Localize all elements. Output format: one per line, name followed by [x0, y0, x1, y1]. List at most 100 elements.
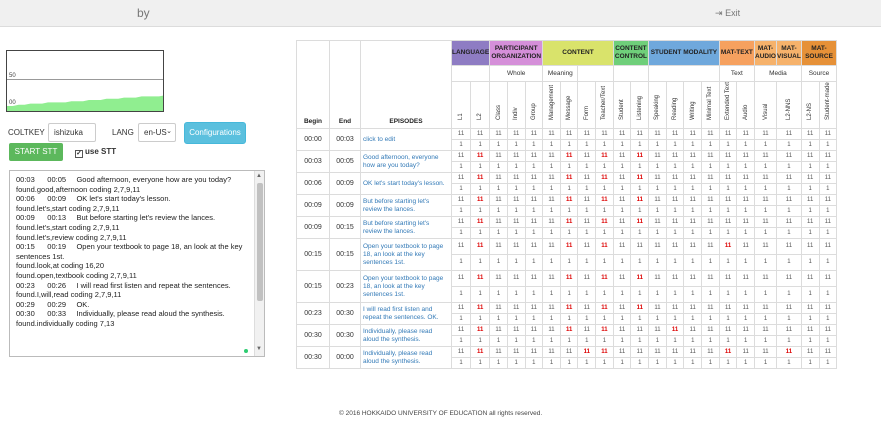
code-cell-top[interactable]: 11 [524, 346, 544, 358]
code-cell-top[interactable]: 11 [612, 150, 632, 162]
episode-cell[interactable]: Good afternoon, everyone how are you tod… [360, 150, 452, 173]
code-cell-top[interactable]: 11 [736, 238, 756, 255]
code-cell-bottom[interactable]: 1 [665, 161, 685, 173]
code-cell-bottom[interactable]: 1 [470, 161, 491, 173]
code-cell-top[interactable]: 11 [612, 346, 632, 358]
code-cell-bottom[interactable]: 1 [648, 286, 667, 303]
code-cell-bottom[interactable]: 1 [718, 227, 738, 239]
code-cell-top[interactable]: 11 [470, 238, 491, 255]
code-cell-top[interactable]: 11 [506, 172, 526, 184]
code-cell-bottom[interactable]: 1 [542, 161, 561, 173]
code-cell-bottom[interactable]: 1 [542, 227, 561, 239]
code-cell-bottom[interactable]: 1 [665, 183, 685, 195]
code-cell-bottom[interactable]: 1 [559, 139, 579, 151]
code-cell-bottom[interactable]: 1 [630, 205, 650, 217]
code-cell-bottom[interactable]: 1 [683, 335, 703, 347]
code-cell-bottom[interactable]: 1 [800, 139, 820, 151]
table-row[interactable]: 00:30 00:00 Individually, please read alou… [296, 346, 838, 369]
code-cell-top[interactable]: 11 [450, 128, 472, 140]
code-cell-bottom[interactable]: 1 [542, 313, 561, 325]
code-cell-top[interactable]: 11 [506, 238, 526, 255]
code-cell-top[interactable]: 11 [718, 150, 738, 162]
code-cell-bottom[interactable]: 1 [701, 205, 720, 217]
code-cell-top[interactable]: 11 [648, 194, 667, 206]
code-cell-bottom[interactable]: 1 [701, 183, 720, 195]
code-cell-bottom[interactable]: 1 [577, 313, 597, 325]
log-scrollbar[interactable]: ▲ ▼ [254, 171, 264, 356]
code-cell-bottom[interactable]: 1 [506, 161, 526, 173]
code-cell-top[interactable]: 11 [718, 302, 738, 314]
code-cell-top[interactable]: 11 [542, 128, 561, 140]
code-cell-bottom[interactable]: 1 [612, 205, 632, 217]
code-cell-top[interactable]: 11 [489, 302, 508, 314]
code-cell-top[interactable]: 11 [776, 238, 802, 255]
code-cell-top[interactable]: 11 [776, 172, 802, 184]
code-cell-bottom[interactable]: 1 [665, 286, 685, 303]
code-cell-top[interactable]: 11 [800, 238, 820, 255]
code-cell-bottom[interactable]: 1 [754, 286, 777, 303]
code-cell-bottom[interactable]: 1 [736, 313, 756, 325]
code-cell-top[interactable]: 11 [754, 216, 777, 228]
code-cell-bottom[interactable]: 1 [470, 313, 491, 325]
code-cell-bottom[interactable]: 1 [577, 139, 597, 151]
code-cell-bottom[interactable]: 1 [612, 313, 632, 325]
code-cell-top[interactable]: 11 [542, 194, 561, 206]
code-cell-bottom[interactable]: 1 [542, 205, 561, 217]
code-cell-bottom[interactable]: 1 [524, 205, 544, 217]
code-cell-top[interactable]: 11 [701, 270, 720, 287]
code-cell-bottom[interactable]: 1 [612, 139, 632, 151]
code-cell-bottom[interactable]: 1 [470, 205, 491, 217]
code-cell-top[interactable]: 11 [450, 302, 472, 314]
code-cell-top[interactable]: 11 [595, 302, 614, 314]
code-cell-top[interactable]: 11 [470, 216, 491, 228]
code-cell-top[interactable]: 11 [630, 194, 650, 206]
code-cell-bottom[interactable]: 1 [754, 227, 777, 239]
code-cell-top[interactable]: 11 [450, 150, 472, 162]
code-cell-bottom[interactable]: 1 [595, 183, 614, 195]
code-cell-bottom[interactable]: 1 [489, 286, 508, 303]
code-cell-top[interactable]: 11 [800, 128, 820, 140]
code-cell-top[interactable]: 11 [648, 270, 667, 287]
code-cell-top[interactable]: 11 [818, 238, 838, 255]
code-cell-top[interactable]: 11 [450, 172, 472, 184]
code-cell-top[interactable]: 11 [683, 128, 703, 140]
code-cell-bottom[interactable]: 1 [630, 313, 650, 325]
code-cell-top[interactable]: 11 [701, 172, 720, 184]
code-cell-top[interactable]: 11 [701, 216, 720, 228]
code-cell-top[interactable]: 11 [450, 324, 472, 336]
code-cell-bottom[interactable]: 1 [450, 313, 472, 325]
code-cell-bottom[interactable]: 1 [776, 286, 802, 303]
code-cell-bottom[interactable]: 1 [800, 335, 820, 347]
code-cell-bottom[interactable]: 1 [776, 183, 802, 195]
code-cell-bottom[interactable]: 1 [754, 139, 777, 151]
code-cell-bottom[interactable]: 1 [665, 357, 685, 369]
code-cell-top[interactable]: 11 [776, 270, 802, 287]
code-cell-bottom[interactable]: 1 [718, 139, 738, 151]
code-cell-top[interactable]: 11 [754, 128, 777, 140]
code-cell-bottom[interactable]: 1 [506, 357, 526, 369]
code-cell-bottom[interactable]: 1 [683, 139, 703, 151]
code-cell-bottom[interactable]: 1 [718, 335, 738, 347]
code-cell-top[interactable]: 11 [450, 270, 472, 287]
code-cell-bottom[interactable]: 1 [718, 313, 738, 325]
code-cell-bottom[interactable]: 1 [776, 313, 802, 325]
code-cell-bottom[interactable]: 1 [542, 286, 561, 303]
code-cell-top[interactable]: 11 [665, 270, 685, 287]
code-cell-bottom[interactable]: 1 [665, 227, 685, 239]
code-cell-top[interactable]: 11 [595, 172, 614, 184]
code-cell-top[interactable]: 11 [524, 128, 544, 140]
code-cell-bottom[interactable]: 1 [595, 161, 614, 173]
code-cell-top[interactable]: 11 [800, 324, 820, 336]
code-cell-top[interactable]: 11 [648, 324, 667, 336]
code-cell-top[interactable]: 11 [506, 150, 526, 162]
code-cell-top[interactable]: 11 [489, 194, 508, 206]
code-cell-bottom[interactable]: 1 [559, 205, 579, 217]
code-cell-bottom[interactable]: 1 [489, 254, 508, 271]
code-cell-bottom[interactable]: 1 [776, 357, 802, 369]
episode-cell[interactable]: OK let's start today's lesson. [360, 172, 452, 195]
code-cell-bottom[interactable]: 1 [470, 254, 491, 271]
code-cell-bottom[interactable]: 1 [506, 335, 526, 347]
code-cell-bottom[interactable]: 1 [818, 139, 838, 151]
code-cell-bottom[interactable]: 1 [776, 227, 802, 239]
code-cell-bottom[interactable]: 1 [776, 205, 802, 217]
